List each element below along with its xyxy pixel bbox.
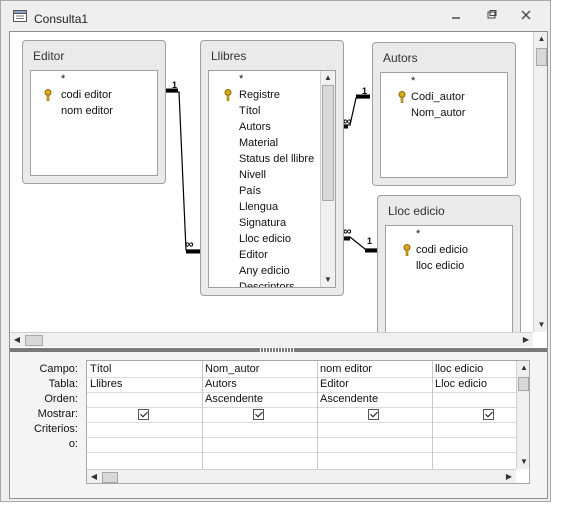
- table-editor[interactable]: Editor * codi editor nom editor: [22, 40, 166, 184]
- design-grid: Títol Llibres Nom_autor Autors Ascendent…: [86, 360, 530, 484]
- field-item[interactable]: País: [239, 183, 261, 199]
- row-label-orden: Orden:: [44, 393, 78, 405]
- table-title: Llibres: [211, 49, 247, 63]
- scroll-up-icon[interactable]: ▲: [517, 361, 529, 375]
- scroll-thumb[interactable]: [518, 377, 529, 391]
- table-autors[interactable]: Autors * Codi_autor Nom_autor: [372, 42, 516, 186]
- scroll-right-icon[interactable]: ▶: [519, 333, 533, 347]
- query-icon: [13, 10, 27, 22]
- field-item[interactable]: codi edicio: [416, 242, 468, 258]
- field-item[interactable]: Registre: [239, 87, 280, 103]
- table-llibres[interactable]: Llibres * Registre Títol Autors Material…: [200, 40, 344, 296]
- table-title: Autors: [383, 51, 418, 65]
- close-icon[interactable]: [515, 7, 537, 25]
- primary-key-icon: [403, 244, 411, 256]
- field-list-scrollbar[interactable]: ▲ ▼: [320, 71, 335, 287]
- field-item[interactable]: codi editor: [61, 87, 112, 103]
- table-title: Lloc edicio: [388, 204, 445, 218]
- relation-one-label: 1: [362, 86, 368, 96]
- primary-key-icon: [398, 91, 406, 103]
- field-item[interactable]: Any edicio: [239, 263, 290, 279]
- field-item[interactable]: Signatura: [239, 215, 286, 231]
- field-list: * codi edicio lloc edicio: [385, 225, 513, 334]
- row-label-criterios: Criterios:: [33, 423, 78, 435]
- table-pane-vscrollbar[interactable]: ▲ ▼: [533, 32, 547, 332]
- table-pane: 1 ∞ 1 ∞ ∞ 1 Editor * codi editor nom edi…: [10, 32, 539, 347]
- scroll-right-icon[interactable]: ▶: [502, 470, 516, 483]
- scroll-down-icon[interactable]: ▼: [321, 273, 335, 287]
- scroll-up-icon[interactable]: ▲: [534, 32, 547, 46]
- relation-many-label: ∞: [185, 237, 194, 251]
- relation-one-label: 1: [367, 236, 373, 246]
- row-label-mostrar: Mostrar:: [37, 408, 78, 420]
- scroll-down-icon[interactable]: ▼: [517, 455, 529, 469]
- field-item[interactable]: Material: [239, 135, 278, 151]
- field-list: * codi editor nom editor: [30, 70, 158, 176]
- row-label-campo: Campo:: [39, 363, 78, 375]
- query-window: Consulta1 1 ∞ 1 ∞ ∞ 1 Editor * codi edit…: [0, 0, 551, 502]
- relation-one-label: 1: [172, 80, 178, 90]
- restore-icon[interactable]: [481, 7, 503, 25]
- minimize-icon[interactable]: [445, 7, 467, 25]
- show-checkbox[interactable]: [138, 409, 149, 420]
- scroll-thumb[interactable]: [102, 472, 118, 483]
- show-checkbox[interactable]: [368, 409, 379, 420]
- field-item[interactable]: Autors: [239, 119, 271, 135]
- field-item[interactable]: *: [416, 226, 420, 242]
- field-item[interactable]: Status del llibre: [239, 151, 314, 167]
- grid-cell-tabla[interactable]: Autors: [202, 377, 316, 392]
- relation-many-label: ∞: [343, 114, 352, 128]
- grid-cell-orden[interactable]: Ascendente: [202, 392, 316, 407]
- grid-vscrollbar[interactable]: ▲ ▼: [516, 361, 529, 469]
- table-lloc-edicio[interactable]: Lloc edicio * codi edicio lloc edicio: [377, 195, 521, 347]
- field-item[interactable]: *: [239, 71, 243, 87]
- field-item[interactable]: *: [61, 71, 65, 87]
- scroll-left-icon[interactable]: ◀: [87, 470, 101, 483]
- field-item[interactable]: Nivell: [239, 167, 266, 183]
- row-label-o: o:: [68, 438, 78, 450]
- field-item[interactable]: *: [411, 73, 415, 89]
- scroll-thumb[interactable]: [536, 48, 547, 66]
- primary-key-icon: [44, 89, 52, 101]
- field-item[interactable]: Llengua: [239, 199, 278, 215]
- scroll-down-icon[interactable]: ▼: [534, 318, 547, 332]
- field-item[interactable]: nom editor: [61, 103, 113, 119]
- show-checkbox[interactable]: [253, 409, 264, 420]
- scroll-thumb[interactable]: [25, 335, 43, 346]
- scroll-thumb[interactable]: [322, 85, 334, 201]
- field-item[interactable]: Lloc edicio: [239, 231, 291, 247]
- grid-cell-orden[interactable]: [432, 392, 516, 407]
- field-item[interactable]: Editor: [239, 247, 268, 263]
- grid-cell-campo[interactable]: lloc edicio: [432, 362, 516, 377]
- field-item[interactable]: Descriptors: [239, 279, 295, 287]
- grid-cell-campo[interactable]: nom editor: [317, 362, 431, 377]
- row-label-tabla: Tabla:: [48, 378, 78, 390]
- grid-cell-tabla[interactable]: Lloc edicio: [432, 377, 516, 392]
- field-item[interactable]: Codi_autor: [411, 89, 465, 105]
- scroll-left-icon[interactable]: ◀: [10, 333, 24, 347]
- window-title: Consulta1: [34, 12, 89, 26]
- table-pane-hscrollbar[interactable]: ◀ ▶: [10, 332, 533, 347]
- field-item[interactable]: Títol: [239, 103, 260, 119]
- scroll-up-icon[interactable]: ▲: [321, 71, 335, 85]
- grid-cell-campo[interactable]: Nom_autor: [202, 362, 316, 377]
- design-grid-pane: Campo: Tabla: Orden: Mostrar: Criterios:…: [10, 352, 547, 498]
- grid-cell-orden[interactable]: [87, 392, 201, 407]
- table-title: Editor: [33, 49, 65, 63]
- field-item[interactable]: lloc edicio: [416, 258, 464, 274]
- grid-cell-orden[interactable]: Ascendente: [317, 392, 431, 407]
- grid-cell-tabla[interactable]: Editor: [317, 377, 431, 392]
- show-checkbox[interactable]: [483, 409, 494, 420]
- field-list: * Codi_autor Nom_autor: [380, 72, 508, 178]
- query-design-sheet: 1 ∞ 1 ∞ ∞ 1 Editor * codi editor nom edi…: [9, 31, 548, 499]
- primary-key-icon: [224, 89, 232, 101]
- grid-cell-campo[interactable]: Títol: [87, 362, 201, 377]
- field-item[interactable]: Nom_autor: [411, 105, 465, 121]
- grid-hscrollbar[interactable]: ◀ ▶: [87, 469, 516, 483]
- grid-cell-tabla[interactable]: Llibres: [87, 377, 201, 392]
- title-bar[interactable]: Consulta1: [1, 1, 550, 29]
- relation-many-label: ∞: [343, 224, 352, 238]
- field-list: * Registre Títol Autors Material Status …: [208, 70, 336, 288]
